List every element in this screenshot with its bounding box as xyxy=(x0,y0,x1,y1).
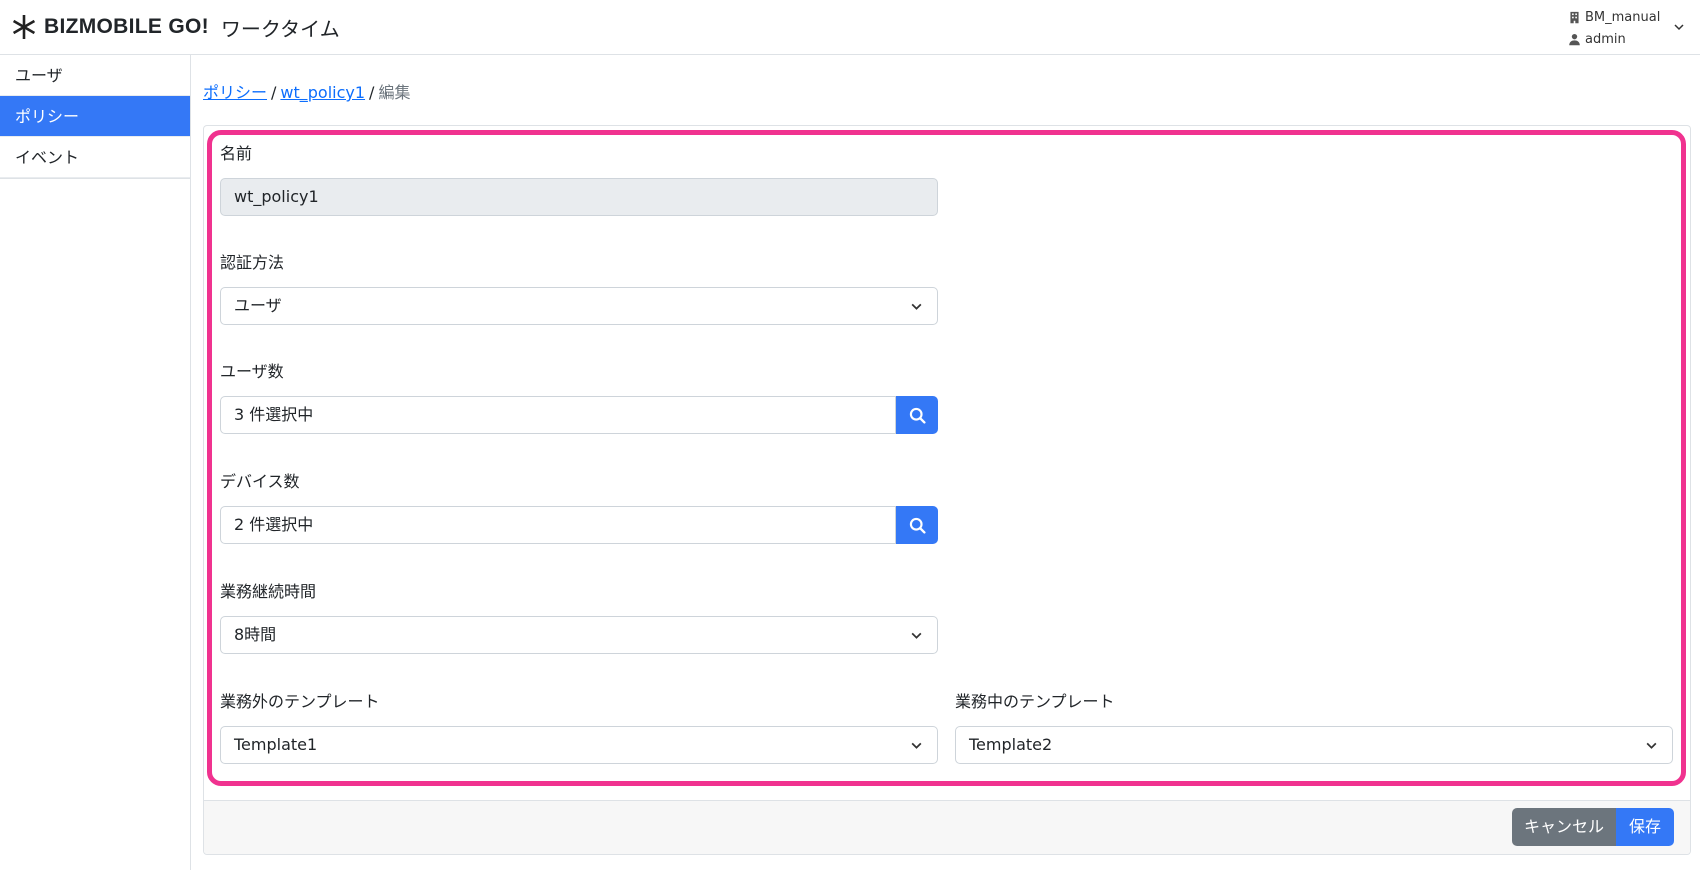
user-icon xyxy=(1569,33,1580,45)
device-count-input[interactable]: 2 件選択中 xyxy=(220,506,896,544)
auth-method-label: 認証方法 xyxy=(220,253,285,272)
work-duration-field: 業務継続時間 8時間 xyxy=(220,580,938,654)
building-icon xyxy=(1570,11,1579,23)
onwork-template-value: Template2 xyxy=(969,735,1053,754)
user-count-field: ユーザ数 3 件選択中 xyxy=(220,360,938,434)
chevron-down-icon[interactable] xyxy=(1673,21,1685,33)
device-count-label: デバイス数 xyxy=(220,472,300,491)
onwork-template-select[interactable]: Template2 xyxy=(955,726,1673,764)
work-duration-label: 業務継続時間 xyxy=(220,582,317,601)
user-name: admin xyxy=(1585,31,1626,47)
user-search-button[interactable] xyxy=(896,396,938,434)
breadcrumb: ポリシー / wt_policy1/編集 xyxy=(203,79,410,103)
cancel-button[interactable]: キャンセル xyxy=(1512,808,1616,846)
name-input[interactable]: wt_policy1 xyxy=(220,178,938,216)
account-menu[interactable]: BM_manual admin xyxy=(1568,6,1660,50)
save-button[interactable]: 保存 xyxy=(1616,808,1674,846)
app-header: BIZMOBILE GO! ワークタイム BM_manual admin xyxy=(0,0,1700,55)
user-count-input[interactable]: 3 件選択中 xyxy=(220,396,896,434)
chevron-down-icon xyxy=(911,303,922,310)
search-icon xyxy=(909,517,926,534)
offwork-template-label: 業務外のテンプレート xyxy=(220,692,380,711)
organization-name: BM_manual xyxy=(1585,9,1661,25)
work-duration-value: 8時間 xyxy=(234,625,277,644)
brand-name: BIZMOBILE GO! xyxy=(44,15,209,38)
device-search-button[interactable] xyxy=(896,506,938,544)
sidebar-nav: ユーザ ポリシー イベント xyxy=(0,55,190,179)
app-name: ワークタイム xyxy=(220,16,340,41)
device-count-field: デバイス数 2 件選択中 xyxy=(220,470,938,544)
auth-method-select[interactable]: ユーザ xyxy=(220,287,938,325)
breadcrumb-policies-link[interactable]: ポリシー xyxy=(203,83,267,102)
sidebar-item-users[interactable]: ユーザ xyxy=(0,55,190,96)
offwork-template-value: Template1 xyxy=(234,735,318,754)
highlight-frame xyxy=(207,130,1686,786)
brand-asterisk-icon xyxy=(12,15,36,39)
breadcrumb-policy-link[interactable]: wt_policy1 xyxy=(280,83,365,102)
onwork-template-field: 業務中のテンプレート Template2 xyxy=(955,690,1673,764)
name-label: 名前 xyxy=(220,144,253,163)
sidebar: ユーザ ポリシー イベント xyxy=(0,55,191,870)
auth-method-field: 認証方法 ユーザ xyxy=(220,251,938,325)
auth-method-value: ユーザ xyxy=(234,296,282,315)
offwork-template-field: 業務外のテンプレート Template1 xyxy=(220,690,938,764)
chevron-down-icon xyxy=(1646,742,1657,749)
onwork-template-label: 業務中のテンプレート xyxy=(955,692,1115,711)
breadcrumb-separator: / xyxy=(271,83,277,102)
user-count-label: ユーザ数 xyxy=(220,362,284,381)
chevron-down-icon xyxy=(911,742,922,749)
breadcrumb-separator: / xyxy=(369,83,375,102)
brand[interactable]: BIZMOBILE GO! ワークタイム xyxy=(10,12,340,42)
name-field: 名前 wt_policy1 xyxy=(220,142,938,216)
sidebar-item-policies[interactable]: ポリシー xyxy=(0,96,190,137)
card-footer xyxy=(204,800,1690,854)
breadcrumb-current: 編集 xyxy=(378,83,411,102)
offwork-template-select[interactable]: Template1 xyxy=(220,726,938,764)
work-duration-select[interactable]: 8時間 xyxy=(220,616,938,654)
sidebar-item-events[interactable]: イベント xyxy=(0,137,190,178)
chevron-down-icon xyxy=(911,632,922,639)
search-icon xyxy=(909,407,926,424)
